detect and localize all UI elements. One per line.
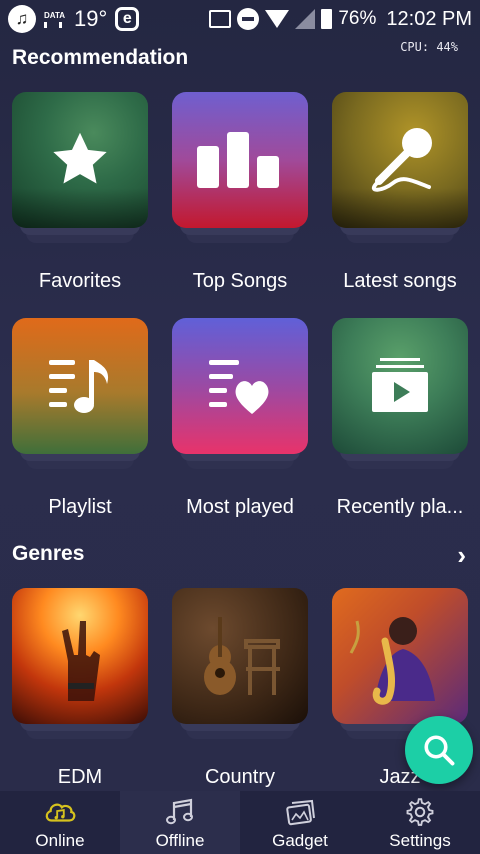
nav-online[interactable]: Online xyxy=(0,791,120,854)
nav-label: Online xyxy=(35,831,85,850)
data-indicator: DATA xyxy=(44,11,66,28)
bottom-navigation: Online Offline Gadget Settings xyxy=(0,791,480,854)
nav-label: Offline xyxy=(155,831,205,850)
tile-label: EDM xyxy=(57,766,103,788)
temperature-text: 19° xyxy=(74,6,108,31)
battery-percent: 76% xyxy=(338,8,377,29)
rock-hand-icon xyxy=(62,621,100,701)
playlist-art xyxy=(12,318,148,454)
genres-title: Genres xyxy=(12,542,85,565)
tile-label: Favorites xyxy=(38,270,122,292)
tile-label: Latest songs xyxy=(343,270,457,292)
music-notification-icon: ♫ xyxy=(8,5,36,33)
star-icon xyxy=(53,132,107,184)
tile-label: Recently pla... xyxy=(336,496,464,518)
microphone-icon xyxy=(371,128,432,192)
cloud-music-icon xyxy=(44,797,76,827)
tile-label: Top Songs xyxy=(192,270,288,292)
gear-icon xyxy=(404,797,436,827)
top-songs-art xyxy=(172,92,308,228)
e-badge-icon: e xyxy=(115,7,140,31)
favorites-art xyxy=(12,92,148,228)
playlist-note-icon xyxy=(49,360,109,413)
nav-label: Gadget xyxy=(272,831,328,850)
wifi-icon xyxy=(265,10,290,28)
nav-label: Settings xyxy=(389,831,451,850)
cast-icon xyxy=(209,10,232,28)
playlist-heart-icon xyxy=(209,360,269,414)
country-art xyxy=(172,588,308,724)
tile-label: Playlist xyxy=(48,496,112,518)
status-bar: ♫ DATA 19° e 76% 12:02 PM xyxy=(0,0,480,38)
tile-label: Country xyxy=(204,766,276,788)
battery-icon xyxy=(321,9,333,29)
jazz-art xyxy=(332,588,468,724)
edm-art xyxy=(12,588,148,724)
bar-chart-icon xyxy=(197,132,279,188)
latest-songs-art xyxy=(332,92,468,228)
chevron-right-icon[interactable]: › xyxy=(457,540,466,571)
tile-label: Most played xyxy=(186,496,294,518)
search-button[interactable] xyxy=(405,716,473,784)
saxophone-player-icon xyxy=(349,617,435,705)
nav-settings[interactable]: Settings xyxy=(360,791,480,854)
recently-played-art xyxy=(332,318,468,454)
cards-icon xyxy=(284,797,316,827)
search-icon xyxy=(424,735,455,766)
guitar-chair-icon xyxy=(204,617,280,695)
cpu-readout: CPU: 44% xyxy=(400,40,458,54)
video-play-icon xyxy=(372,358,428,412)
do-not-disturb-icon xyxy=(237,8,260,30)
most-played-art xyxy=(172,318,308,454)
recommendation-title: Recommendation xyxy=(12,46,189,69)
nav-gadget[interactable]: Gadget xyxy=(240,791,360,854)
clock: 12:02 PM xyxy=(386,7,472,30)
music-notes-icon xyxy=(164,797,196,827)
signal-icon xyxy=(295,9,316,29)
nav-offline[interactable]: Offline xyxy=(120,791,240,854)
